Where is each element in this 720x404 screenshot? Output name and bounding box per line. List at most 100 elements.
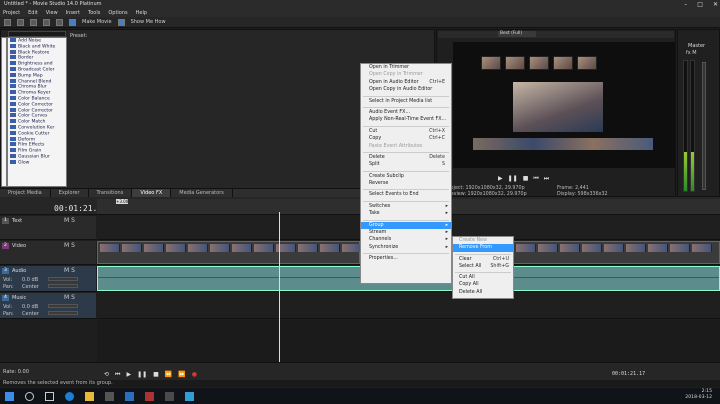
movie-studio-icon[interactable] [185,391,194,401]
master-fx-buttons[interactable]: fx M [686,50,697,56]
menu-separator [363,105,449,108]
menu-item[interactable]: Switches [361,203,451,211]
edge-icon[interactable] [65,391,74,401]
menu-view[interactable]: View [46,9,58,17]
menu-insert[interactable]: Insert [66,9,80,17]
master-fader[interactable] [702,62,706,190]
mail-icon[interactable] [125,391,134,401]
track-header-text[interactable]: 1 Text M S [0,216,96,240]
tab-media-generators[interactable]: Media Generators [171,189,233,197]
menu-item[interactable]: Select All Shift+G [453,263,513,270]
go-to-end-icon[interactable]: ⏩ [178,371,185,379]
loop-icon[interactable]: ⟲ [104,371,109,379]
pan-slider[interactable] [48,284,78,288]
task-view-icon[interactable] [45,391,54,401]
play-icon[interactable]: ▶ [126,371,131,379]
menu-item[interactable]: Open Copy in Audio Editor [361,86,451,93]
menu-item[interactable]: Cut All [453,274,513,281]
track-buttons[interactable]: M S [64,294,75,301]
volume-slider[interactable] [48,304,78,308]
file-explorer-icon[interactable] [85,391,94,401]
pause-icon[interactable]: ❚❚ [137,371,147,379]
maximize-icon[interactable]: □ [697,0,703,9]
menu-item[interactable]: Take [361,210,451,218]
video-event-clip[interactable] [513,241,720,264]
track-area-music[interactable] [97,293,720,319]
tab-transitions[interactable]: Transitions [89,189,133,197]
pause-icon[interactable]: ❚❚ [508,175,518,183]
menu-item[interactable]: Audio Event FX... [361,109,451,116]
track-name[interactable]: Video [12,243,26,249]
menu-item[interactable]: Cut Ctrl+X [361,128,451,135]
menu-item[interactable]: Open in Trimmer [361,64,451,71]
menu-project[interactable]: Project [3,9,20,17]
fx-list-item[interactable]: Glow [8,159,66,166]
menu-item[interactable]: Delete Delete [361,154,451,161]
menu-item[interactable]: Split S [361,161,451,168]
prev-frame-icon[interactable]: ⏮ [533,175,538,183]
search-icon[interactable] [25,391,34,401]
make-movie-button[interactable]: Make Movie [82,19,112,25]
track-name[interactable]: Audio [12,268,26,274]
close-icon[interactable]: ✕ [713,0,718,9]
pan-slider[interactable] [48,311,78,315]
track-header-audio[interactable]: 3 Audio M S Vol: 0.0 dB Pan: Center [0,266,96,292]
track-buttons[interactable]: M S [64,267,75,274]
system-clock[interactable]: 2:15 2018-03-12 [685,389,712,401]
media-icon[interactable] [165,391,174,401]
tab-explorer[interactable]: Explorer [51,189,89,197]
track-header-video[interactable]: 2 Video M S [0,241,96,265]
menu-item[interactable]: Copy All [453,281,513,288]
preview-quality-select[interactable]: Best (Full) [498,31,536,37]
menu-item[interactable]: Create Subclip [361,173,451,180]
timeline-empty-area[interactable] [97,320,720,362]
menu-item[interactable]: Clear Ctrl+U [453,256,513,263]
menu-item[interactable]: Select Events to End [361,191,451,198]
menu-tools[interactable]: Tools [88,9,100,17]
undo-icon[interactable] [43,18,50,26]
track-buttons[interactable]: M S [64,217,75,224]
play-from-start-icon[interactable]: ⏮ [115,371,120,379]
record-icon[interactable]: ● [192,371,197,379]
menu-item[interactable]: Delete All [453,289,513,296]
save-icon[interactable] [30,18,37,26]
menu-item[interactable]: Properties... [361,255,451,262]
video-event-clip[interactable] [97,241,362,264]
open-icon[interactable] [17,18,24,26]
tab-project-media[interactable]: Project Media [0,189,51,197]
tab-video-fx[interactable]: Video FX [132,189,172,197]
playhead-cursor[interactable] [279,212,280,362]
stop-icon[interactable]: ■ [153,371,159,379]
show-me-how-button[interactable]: Show Me How [131,19,166,25]
new-project-icon[interactable] [4,18,11,26]
track-header-music[interactable]: 4 Music M S Vol: 0.0 dB Pan: Center [0,293,96,319]
redo-icon[interactable] [56,18,63,26]
menu-item[interactable]: Copy Ctrl+C [361,135,451,142]
fx-plugin-icon [10,78,16,83]
next-frame-icon[interactable]: ⏭ [544,175,549,183]
menu-item[interactable]: Channels [361,236,451,244]
menu-item[interactable]: Select in Project Media list [361,98,451,105]
go-to-start-icon[interactable]: ⏪ [165,371,172,379]
menu-item[interactable]: Reverse [361,180,451,187]
menu-options[interactable]: Options [108,9,127,17]
store-icon[interactable] [105,391,114,401]
track-name[interactable]: Text [12,218,22,224]
menu-item[interactable]: Open in Audio Editor Ctrl+E [361,79,451,86]
stop-icon[interactable]: ■ [523,175,529,183]
track-buttons[interactable]: M S [64,242,75,249]
menu-edit[interactable]: Edit [28,9,38,17]
play-icon[interactable]: ▶ [498,175,503,183]
start-icon[interactable] [5,391,14,401]
minimize-icon[interactable]: – [684,0,687,9]
track-name[interactable]: Music [12,295,26,301]
menu-item[interactable]: Group [361,221,451,229]
fx-list[interactable]: Add Noise Black and White Black Restore Bor… [7,37,67,187]
menu-help[interactable]: Help [136,9,147,17]
photos-icon[interactable] [145,391,154,401]
volume-slider[interactable] [48,277,78,281]
menu-item[interactable]: Synchronize [361,244,451,252]
menu-item[interactable]: Remove From [453,244,513,252]
menu-item[interactable]: Stream [361,229,451,237]
menu-item[interactable]: Apply Non-Real-Time Event FX... [361,116,451,123]
